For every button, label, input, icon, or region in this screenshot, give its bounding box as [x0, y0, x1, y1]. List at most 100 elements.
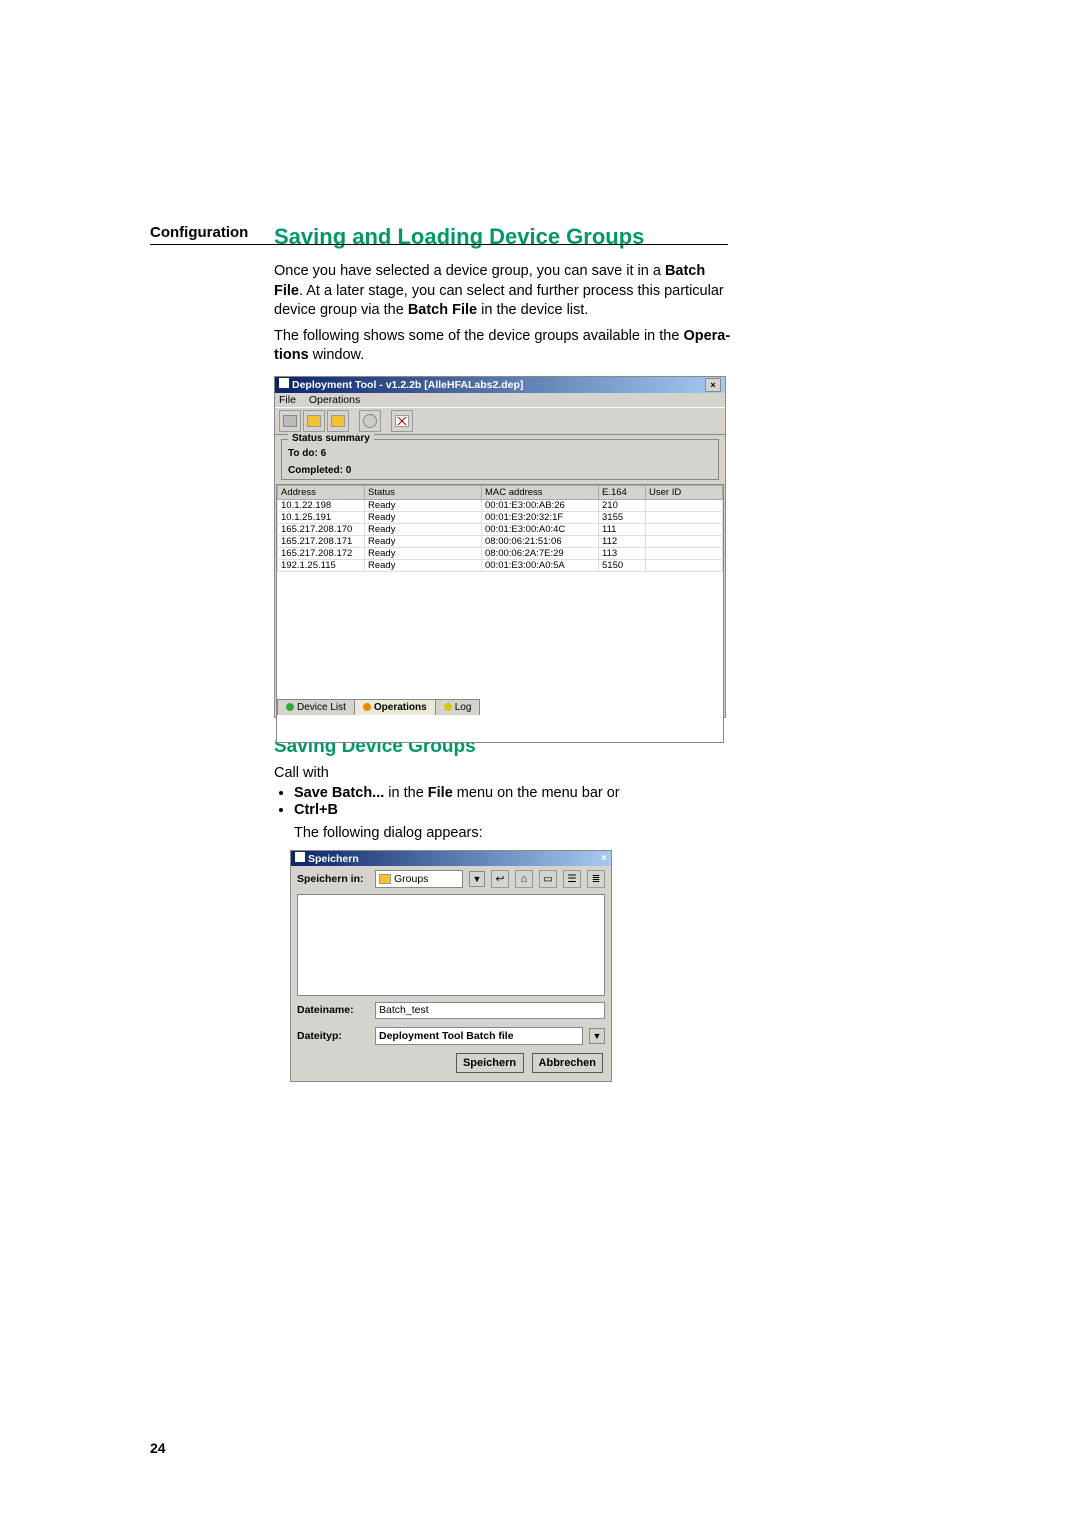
table-row[interactable]: 165.217.208.170Ready00:01:E3:00:A0:4C111 — [278, 523, 723, 535]
close-icon[interactable]: × — [601, 852, 607, 864]
window-titlebar: Deployment Tool - v1.2.2b [AlleHFALabs2.… — [275, 377, 725, 393]
table-row[interactable]: 165.217.208.171Ready08:00:06:21:51:06112 — [278, 535, 723, 547]
toolbar-btn-delete[interactable] — [391, 410, 413, 432]
menu-operations[interactable]: Operations — [309, 394, 360, 406]
file-list-area[interactable] — [297, 894, 605, 996]
table-cell: 113 — [599, 547, 646, 559]
table-row[interactable]: 10.1.25.191Ready00:01:E3:20:32:1F3155 — [278, 511, 723, 523]
text-bold: Save Batch... — [294, 785, 384, 801]
table-cell: 192.1.25.115 — [278, 559, 365, 571]
save-button[interactable]: Speichern — [456, 1053, 524, 1073]
col-e164[interactable]: E.164 — [599, 485, 646, 499]
table-cell: 5150 — [599, 559, 646, 571]
lookin-combo[interactable]: Groups — [375, 870, 463, 888]
table-cell: 10.1.22.198 — [278, 499, 365, 511]
details-view-icon[interactable]: ≣ — [587, 870, 605, 888]
folder-icon — [283, 415, 297, 427]
tree-icon — [286, 703, 294, 711]
table-cell — [646, 535, 723, 547]
tab-label: Operations — [374, 702, 427, 713]
table-cell — [646, 511, 723, 523]
table-cell: Ready — [365, 511, 482, 523]
table-cell: 111 — [599, 523, 646, 535]
up-folder-icon[interactable]: ⌂ — [515, 870, 533, 888]
log-icon — [444, 703, 452, 711]
tab-device-list[interactable]: Device List — [277, 699, 355, 715]
dialog-titlebar: Speichern × — [291, 851, 611, 866]
delete-icon — [395, 415, 409, 427]
list-view-icon[interactable]: ☰ — [563, 870, 581, 888]
tab-label: Device List — [297, 702, 346, 713]
window-title: Deployment Tool - v1.2.2b [AlleHFALabs2.… — [292, 379, 523, 391]
table-cell: Ready — [365, 523, 482, 535]
table-row[interactable]: 10.1.22.198Ready00:01:E3:00:AB:26210 — [278, 499, 723, 511]
text: Once you have selected a device group, y… — [274, 263, 665, 279]
table-cell: 165.217.208.170 — [278, 523, 365, 535]
folder-icon — [307, 415, 321, 427]
toolbar — [275, 407, 725, 435]
table-cell: 165.217.208.172 — [278, 547, 365, 559]
text-bold: File — [428, 785, 453, 801]
col-mac[interactable]: MAC address — [482, 485, 599, 499]
chevron-down-icon[interactable]: ▼ — [589, 1028, 605, 1044]
filename-label: Dateiname: — [297, 1004, 369, 1016]
table-cell: Ready — [365, 535, 482, 547]
status-summary-box: Status summary To do: 6 Completed: 0 — [281, 439, 719, 480]
toolbar-btn-open[interactable] — [303, 410, 325, 432]
back-icon[interactable]: ↩ — [491, 870, 509, 888]
text-bold: Batch File — [408, 302, 477, 318]
text: in the device list. — [477, 302, 588, 318]
table-row[interactable]: 165.217.208.172Ready08:00:06:2A:7E:29113 — [278, 547, 723, 559]
menu-file[interactable]: File — [279, 394, 296, 406]
status-completed: Completed: 0 — [288, 465, 712, 476]
toolbar-btn-1[interactable] — [279, 410, 301, 432]
table-cell: 00:01:E3:20:32:1F — [482, 511, 599, 523]
divider — [150, 244, 728, 245]
gear-icon — [363, 703, 371, 711]
chevron-down-icon[interactable]: ▼ — [469, 871, 485, 887]
new-folder-icon[interactable]: ▭ — [539, 870, 557, 888]
disk-icon — [363, 414, 377, 428]
section-header: Configuration — [150, 224, 248, 241]
toolbar-btn-disk[interactable] — [359, 410, 381, 432]
lookin-value: Groups — [394, 873, 428, 885]
col-address[interactable]: Address — [278, 485, 365, 499]
filetype-combo[interactable]: Deployment Tool Batch file — [375, 1027, 583, 1045]
close-icon[interactable]: × — [705, 378, 721, 392]
app-icon — [295, 852, 305, 862]
table-cell — [646, 547, 723, 559]
table-cell: 00:01:E3:00:A0:5A — [482, 559, 599, 571]
col-userid[interactable]: User ID — [646, 485, 723, 499]
toolbar-btn-open2[interactable] — [327, 410, 349, 432]
call-with: Call with — [274, 764, 734, 784]
lookin-label: Speichern in: — [297, 873, 369, 885]
list-item: Save Batch... in the File menu on the me… — [294, 785, 734, 801]
text: The following shows some of the device g… — [274, 328, 683, 344]
tab-log[interactable]: Log — [435, 699, 481, 715]
save-dialog: Speichern × Speichern in: Groups ▼ ↩ ⌂ ▭… — [290, 850, 612, 1082]
table-cell: 00:01:E3:00:AB:26 — [482, 499, 599, 511]
bottom-tabs: Device List Operations Log — [277, 699, 479, 715]
filetype-label: Dateityp: — [297, 1030, 369, 1042]
table-cell: 112 — [599, 535, 646, 547]
app-icon — [279, 378, 289, 388]
filetype-value: Deployment Tool Batch file — [379, 1030, 514, 1042]
col-status[interactable]: Status — [365, 485, 482, 499]
table-cell: 3155 — [599, 511, 646, 523]
intro-paragraph-2: The following shows some of the device g… — [274, 327, 734, 366]
intro-paragraph-1: Once you have selected a device group, y… — [274, 262, 734, 321]
heading-saving-loading: Saving and Loading Device Groups — [274, 224, 734, 250]
text: window. — [309, 347, 365, 363]
text: menu on the menu bar or — [453, 785, 620, 801]
menubar: File Operations — [275, 393, 725, 407]
call-with-list: Save Batch... in the File menu on the me… — [294, 785, 734, 818]
cancel-button[interactable]: Abbrechen — [532, 1053, 603, 1073]
table-cell: Ready — [365, 559, 482, 571]
tab-operations[interactable]: Operations — [354, 699, 436, 715]
operations-window: Deployment Tool - v1.2.2b [AlleHFALabs2.… — [274, 376, 726, 718]
folder-icon — [379, 874, 391, 884]
table-row[interactable]: 192.1.25.115Ready00:01:E3:00:A0:5A5150 — [278, 559, 723, 571]
table-cell: 08:00:06:2A:7E:29 — [482, 547, 599, 559]
table-cell — [646, 559, 723, 571]
filename-input[interactable] — [375, 1002, 605, 1019]
